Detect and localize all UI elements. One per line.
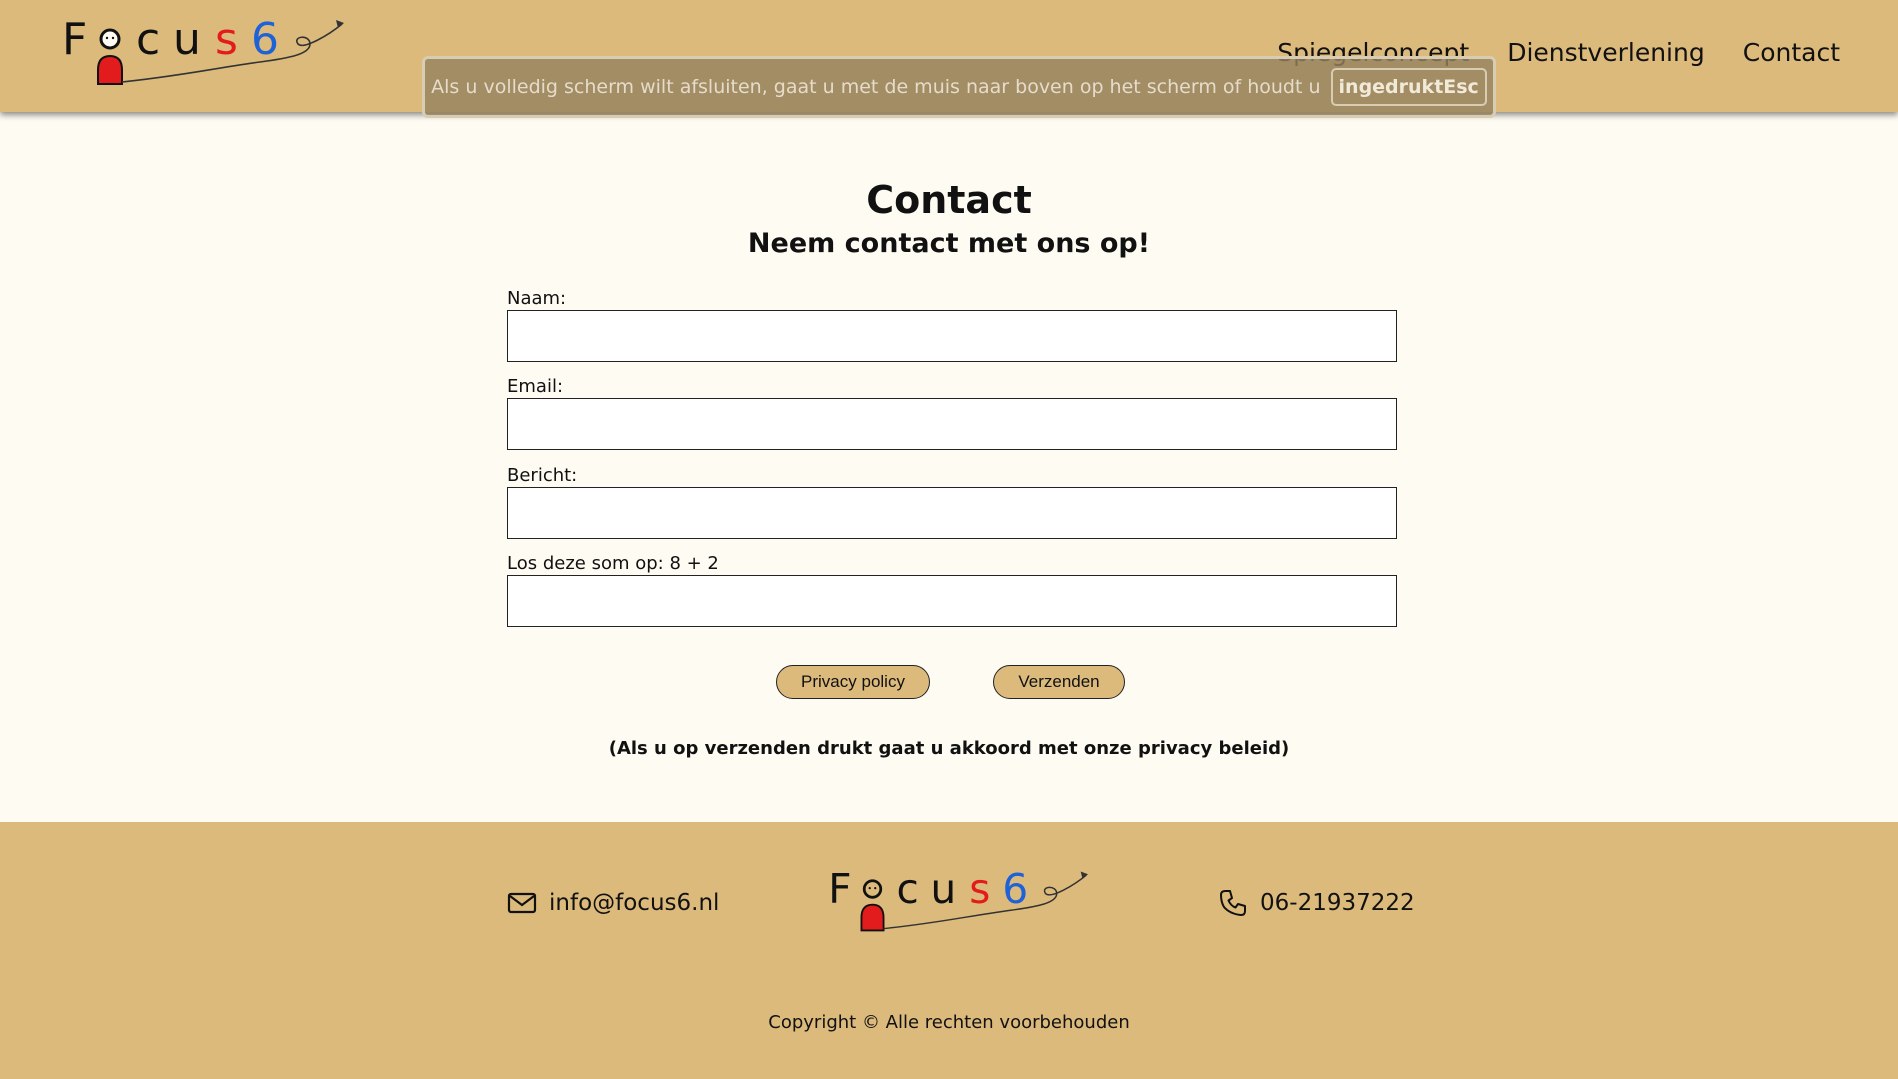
footer-logo-letter-u: u — [931, 865, 957, 913]
page-subtitle: Neem contact met ons op! — [747, 228, 1151, 259]
focus6-logo-graphic: F c u s 6 — [62, 14, 344, 85]
footer-logo-letter-c: c — [896, 865, 918, 913]
footer-logo-letter-f: F — [828, 865, 851, 913]
privacy-policy-button[interactable]: Privacy policy — [776, 665, 930, 699]
logo-figure — [97, 28, 123, 85]
footer-logo-letter-s: s — [969, 865, 990, 913]
logo-letter-s: s — [215, 14, 238, 65]
email-label: Email: — [507, 376, 564, 397]
logo-letter-c: c — [136, 14, 160, 65]
bericht-input[interactable] — [507, 487, 1397, 539]
fullscreen-notice-text: Als u volledig scherm wilt afsluiten, ga… — [431, 76, 1321, 98]
consent-note: (Als u op verzenden drukt gaat u akkoord… — [608, 738, 1290, 759]
logo-letter-6: 6 — [251, 14, 279, 65]
nav-item-contact[interactable]: Contact — [1743, 38, 1840, 67]
focus6-logo[interactable]: F c u s 6 — [60, 14, 350, 90]
submit-button[interactable]: Verzenden — [993, 665, 1125, 699]
naam-input[interactable] — [507, 310, 1397, 362]
fullscreen-esc-key: ingedruktEsc — [1330, 68, 1487, 106]
phone-icon — [1218, 888, 1248, 918]
footer-email-text[interactable]: info@focus6.nl — [549, 890, 719, 916]
footer-logo-letter-6: 6 — [1002, 865, 1028, 913]
logo-letter-f: F — [62, 14, 87, 65]
page-title: Contact — [866, 178, 1032, 222]
email-input[interactable] — [507, 398, 1397, 450]
footer-phone[interactable]: 06-21937222 — [1218, 888, 1415, 918]
envelope-icon — [507, 888, 537, 918]
footer-email[interactable]: info@focus6.nl — [507, 888, 719, 918]
copyright-text: Copyright © Alle rechten voorbehouden — [768, 1012, 1130, 1033]
captcha-label: Los deze som op: 8 + 2 — [507, 553, 719, 574]
naam-label: Naam: — [507, 288, 567, 309]
footer-logo-figure — [860, 879, 885, 932]
footer-logo-graphic: F c u s 6 — [828, 865, 1089, 932]
footer-phone-text[interactable]: 06-21937222 — [1260, 890, 1415, 916]
captcha-input[interactable] — [507, 575, 1397, 627]
nav-item-dienstverlening[interactable]: Dienstverlening — [1507, 38, 1705, 67]
logo-letter-u: u — [173, 14, 201, 65]
fullscreen-exit-notice: Als u volledig scherm wilt afsluiten, ga… — [422, 56, 1496, 118]
bericht-label: Bericht: — [507, 465, 578, 486]
site-footer — [0, 822, 1898, 1079]
footer-focus6-logo: F c u s 6 — [826, 865, 1094, 936]
